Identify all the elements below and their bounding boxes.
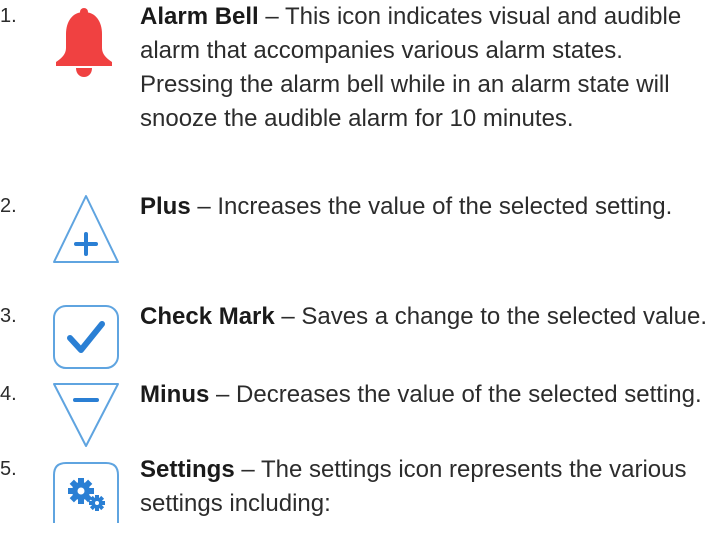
item-text: Increases the value of the selected sett… (217, 193, 673, 220)
item-title: Alarm Bell (140, 3, 259, 30)
item-separator: – (234, 456, 261, 483)
item-separator: – (190, 193, 218, 220)
list-item-settings: 5. Settings – The settings icon represen… (0, 453, 712, 523)
item-separator: – (209, 381, 237, 408)
item-title: Check Mark (140, 303, 275, 330)
minus-icon (48, 382, 124, 458)
item-text: Decreases the value of the selected sett… (236, 381, 702, 408)
item-text: Saves a change to the selected value. (301, 303, 708, 330)
settings-icon (48, 461, 124, 537)
item-title: Plus (140, 193, 191, 220)
list-item-minus: 4. Minus – Decreases the value of the se… (0, 378, 712, 454)
alarm-bell-icon (50, 8, 126, 84)
item-title: Minus (140, 381, 210, 408)
plus-icon (48, 192, 124, 268)
list-item-alarm-bell: 1. Alarm Bell – This icon indicates visu… (0, 0, 712, 170)
item-number: 5. (0, 458, 17, 480)
item-separator: – (274, 303, 302, 330)
item-number: 1. (0, 5, 17, 27)
item-number: 3. (0, 305, 17, 327)
list-item-check-mark: 3. Check Mark – Saves a change to the se… (0, 300, 712, 380)
check-mark-icon (48, 304, 124, 380)
item-title: Settings (140, 456, 235, 483)
item-description: Minus – Decreases the value of the selec… (140, 378, 710, 412)
item-description: Alarm Bell – This icon indicates visual … (140, 0, 710, 136)
item-number: 2. (0, 195, 17, 217)
item-number: 4. (0, 383, 17, 405)
item-description: Check Mark – Saves a change to the selec… (140, 300, 710, 334)
list-item-plus: 2. Plus – Increases the value of the sel… (0, 190, 712, 290)
item-description: Settings – The settings icon represents … (140, 453, 710, 521)
item-separator: – (258, 3, 285, 30)
item-description: Plus – Increases the value of the select… (140, 190, 710, 224)
